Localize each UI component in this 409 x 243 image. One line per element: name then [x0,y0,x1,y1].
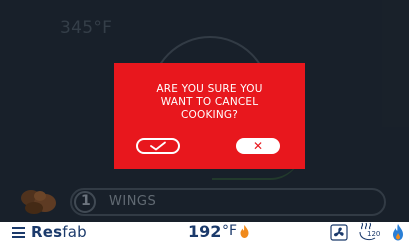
brand-logo-prefix: Res [31,223,63,241]
heat-source-icon[interactable] [392,224,404,241]
dialog-message: ARE YOU SURE YOU WANT TO CANCEL COOKING? [114,83,305,122]
steam-value: 120 [367,230,381,238]
cancel-button[interactable]: ✕ [236,138,280,154]
oven-temperature: 192 [188,222,222,241]
brand-logo: Resfab [31,223,87,241]
close-icon: ✕ [252,139,264,153]
dialog-message-line: COOKING? [180,109,238,121]
temperature-unit: °F [222,223,238,239]
flame-icon [240,225,249,238]
dialog-message-line: ARE YOU SURE YOU [156,83,263,95]
cancel-cooking-dialog: ARE YOU SURE YOU WANT TO CANCEL COOKING?… [114,63,305,169]
fan-icon[interactable] [330,224,348,241]
oven-screen: 345°F 1 WINGS ARE YOU SURE YOU WANT TO C… [0,0,409,243]
confirm-button[interactable] [136,138,180,154]
status-bar: Resfab 192 °F 120 [0,222,409,243]
menu-icon[interactable] [12,227,25,238]
dialog-message-line: WANT TO CANCEL [160,96,259,108]
checkmark-icon [150,141,166,151]
brand-logo-suffix: fab [62,223,87,241]
